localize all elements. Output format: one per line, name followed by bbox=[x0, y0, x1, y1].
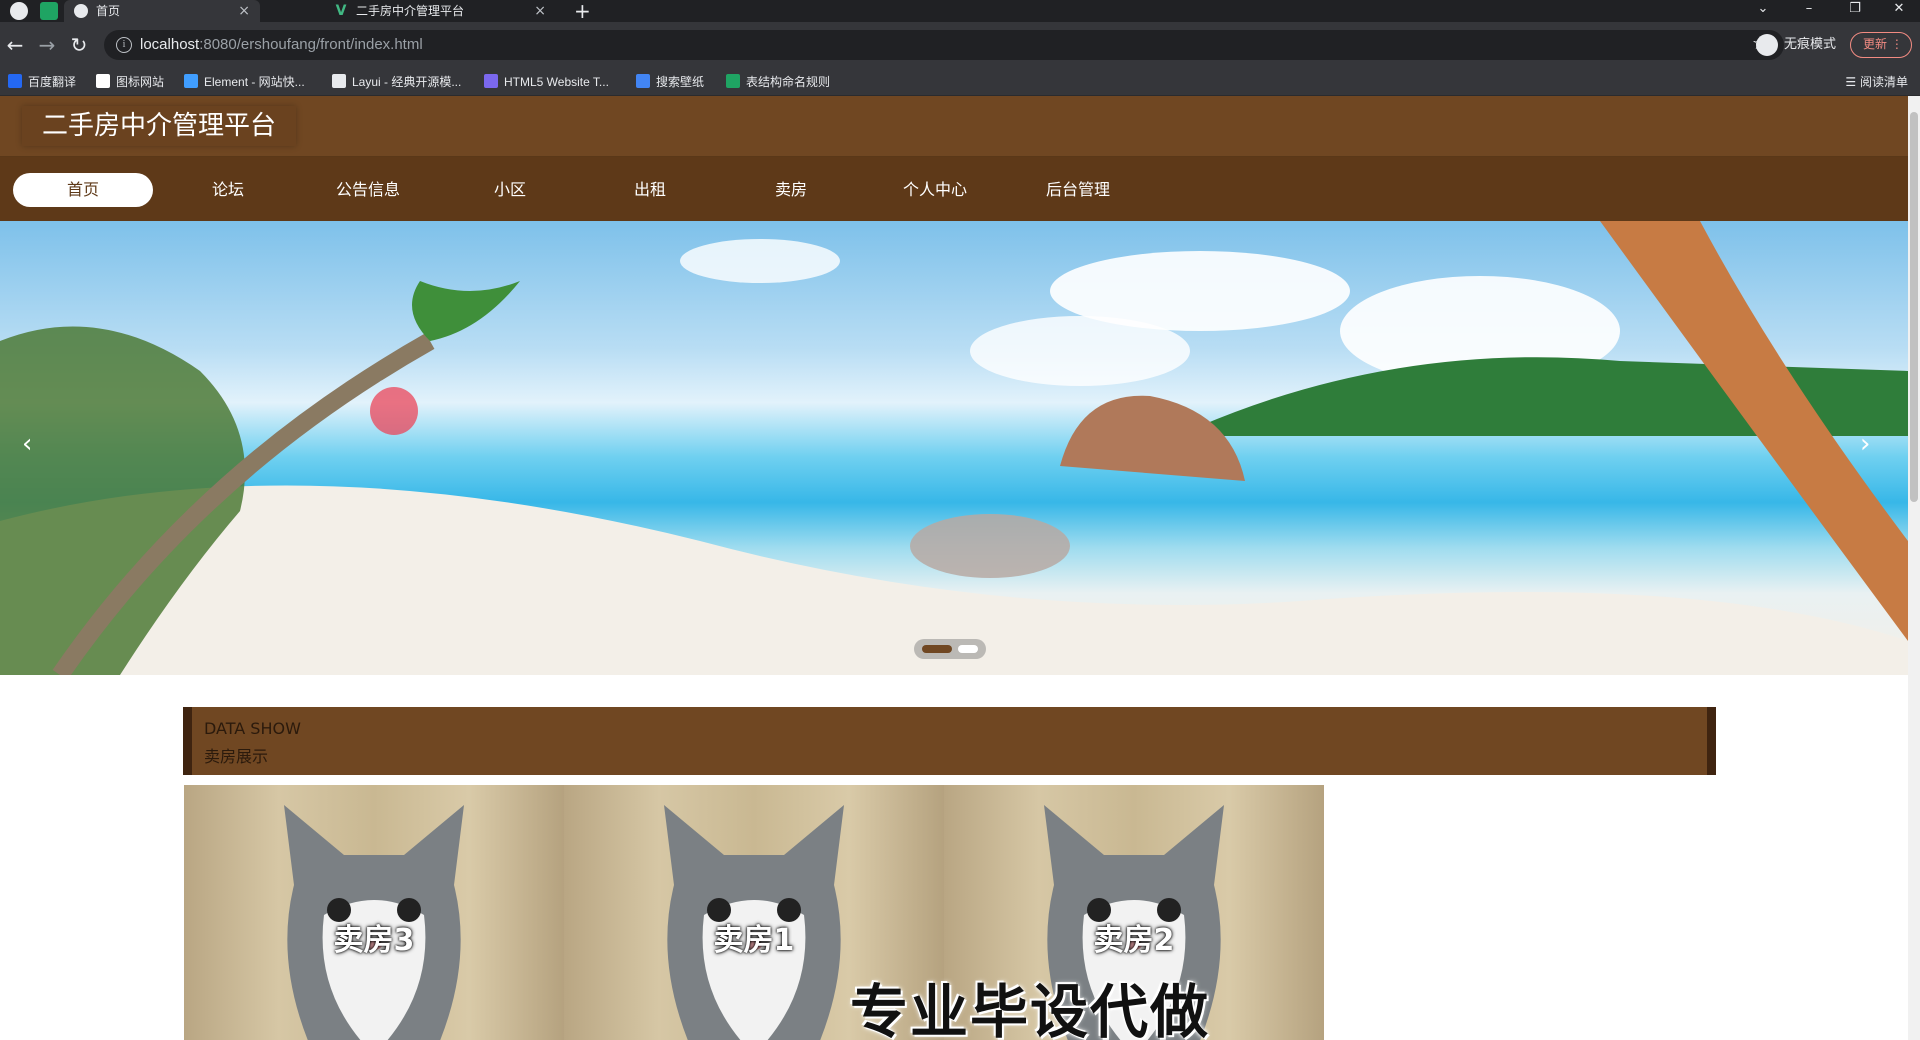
url-text[interactable]: localhost:8080/ershoufang/front/index.ht… bbox=[140, 36, 423, 53]
listing-cards: 卖房3 卖房1 卖房2 专业毕设代做 bbox=[184, 785, 1324, 1040]
main-nav: 首页 论坛 公告信息 小区 出租 卖房 个人中心 后台管理 bbox=[0, 157, 1908, 221]
carousel-dot[interactable] bbox=[958, 645, 978, 653]
scrollbar-thumb[interactable] bbox=[1910, 112, 1918, 502]
reading-list-button[interactable]: ☰ 阅读清单 bbox=[1845, 73, 1908, 91]
page-viewport: 二手房中介管理平台 首页 论坛 公告信息 小区 出租 卖房 个人中心 后台管理 … bbox=[0, 96, 1908, 1040]
bookmark-label: Layui - 经典开源模... bbox=[352, 75, 462, 89]
bookmark-item[interactable]: 图标网站 bbox=[96, 73, 164, 91]
site-info-icon[interactable]: i bbox=[116, 37, 132, 53]
section-header: DATA SHOW 卖房展示 bbox=[183, 707, 1716, 775]
html5-icon bbox=[484, 74, 498, 88]
tab-home[interactable]: 首页 × bbox=[64, 0, 260, 22]
section-title-en: DATA SHOW bbox=[204, 719, 301, 738]
reading-list-label: 阅读清单 bbox=[1859, 75, 1908, 89]
bookmark-label: 表结构命名规则 bbox=[746, 75, 831, 89]
bookmark-item[interactable]: Element - 网站快... bbox=[184, 73, 305, 91]
bookmark-label: 图标网站 bbox=[116, 75, 165, 89]
listing-title: 卖房3 bbox=[333, 923, 415, 958]
tab-title: 二手房中介管理平台 bbox=[356, 4, 465, 18]
listing-title: 卖房2 bbox=[1093, 923, 1175, 958]
carousel-dot-active[interactable] bbox=[922, 645, 952, 653]
beach-image bbox=[0, 221, 1908, 675]
nav-item-forum[interactable]: 论坛 bbox=[158, 173, 298, 207]
globe-icon bbox=[74, 4, 88, 18]
incognito-label: 无痕模式 bbox=[1784, 37, 1837, 52]
bookmark-item[interactable]: HTML5 Website T... bbox=[484, 73, 609, 91]
watermark-text: 专业毕设代做 bbox=[850, 978, 1211, 1040]
translate-icon bbox=[8, 74, 22, 88]
incognito-indicator[interactable]: 无痕模式 bbox=[1756, 30, 1836, 60]
bookmark-item[interactable]: 百度翻译 bbox=[8, 73, 76, 91]
bookmark-item[interactable]: 搜索壁纸 bbox=[636, 73, 704, 91]
bookmark-label: 百度翻译 bbox=[28, 75, 77, 89]
browser-toolbar: ← → ↻ i localhost:8080/ershoufang/front/… bbox=[0, 22, 1920, 68]
update-label: 更新 bbox=[1863, 37, 1888, 51]
carousel-indicator bbox=[914, 639, 986, 659]
update-button[interactable]: 更新 ⋮ bbox=[1850, 32, 1912, 58]
close-icon[interactable]: × bbox=[238, 0, 250, 22]
nav-item-sell[interactable]: 卖房 bbox=[721, 173, 861, 207]
nav-item-profile[interactable]: 个人中心 bbox=[865, 173, 1005, 207]
nav-item-notice[interactable]: 公告信息 bbox=[298, 173, 438, 207]
bookmark-item[interactable]: Layui - 经典开源模... bbox=[332, 73, 461, 91]
browser-menu-icon[interactable] bbox=[10, 2, 28, 20]
url-host: localhost bbox=[140, 36, 200, 53]
bookmark-label: Element - 网站快... bbox=[204, 75, 305, 89]
section-title-cn: 卖房展示 bbox=[204, 747, 269, 766]
listing-title: 卖房1 bbox=[713, 923, 795, 958]
close-icon[interactable]: × bbox=[534, 0, 546, 22]
site-header: 二手房中介管理平台 bbox=[0, 96, 1908, 157]
url-path: :8080/ershoufang/front/index.html bbox=[199, 36, 423, 53]
nav-item-admin[interactable]: 后台管理 bbox=[1008, 173, 1148, 207]
forward-arrow-icon[interactable]: → bbox=[32, 30, 62, 60]
hero-carousel[interactable]: ‹ › bbox=[0, 221, 1908, 675]
nav-item-community[interactable]: 小区 bbox=[440, 173, 580, 207]
carousel-prev-icon[interactable]: ‹ bbox=[22, 429, 32, 459]
address-bar[interactable]: i localhost:8080/ershoufang/front/index.… bbox=[104, 30, 1784, 60]
cursor-highlight bbox=[370, 387, 418, 435]
nav-item-home[interactable]: 首页 bbox=[13, 173, 153, 207]
restore-button[interactable]: ❐ bbox=[1832, 0, 1878, 22]
window-close-button[interactable]: ✕ bbox=[1876, 0, 1920, 22]
bookmark-label: 搜索壁纸 bbox=[656, 75, 705, 89]
sheet-icon bbox=[726, 74, 740, 88]
tab-search-icon[interactable]: ⌄ bbox=[1740, 0, 1786, 22]
listing-card[interactable]: 卖房3 bbox=[184, 785, 564, 1040]
minimize-button[interactable]: – bbox=[1786, 0, 1832, 22]
page-scrollbar[interactable] bbox=[1908, 96, 1920, 1040]
nav-item-rent[interactable]: 出租 bbox=[580, 173, 720, 207]
new-tab-button[interactable]: + bbox=[574, 0, 591, 23]
pinned-tab-icon[interactable] bbox=[40, 2, 58, 20]
reload-icon[interactable]: ↻ bbox=[64, 30, 94, 60]
incognito-icon bbox=[1756, 33, 1778, 56]
bookmarks-bar: 百度翻译 图标网站 Element - 网站快... Layui - 经典开源模… bbox=[0, 68, 1920, 96]
flag-icon bbox=[96, 74, 110, 88]
wallpaper-icon bbox=[636, 74, 650, 88]
carousel-next-icon[interactable]: › bbox=[1860, 429, 1870, 459]
site-title: 二手房中介管理平台 bbox=[22, 106, 297, 146]
vue-icon: V bbox=[335, 3, 347, 19]
tab-platform[interactable]: V 二手房中介管理平台 × bbox=[324, 0, 556, 22]
element-icon bbox=[184, 74, 198, 88]
layui-icon bbox=[332, 74, 346, 88]
browser-tab-strip: 首页 × V 二手房中介管理平台 × + ⌄ – ❐ ✕ bbox=[0, 0, 1920, 23]
bookmark-item[interactable]: 表结构命名规则 bbox=[726, 73, 830, 91]
bookmark-label: HTML5 Website T... bbox=[504, 75, 609, 89]
back-arrow-icon[interactable]: ← bbox=[0, 30, 30, 60]
tab-title: 首页 bbox=[96, 4, 121, 18]
